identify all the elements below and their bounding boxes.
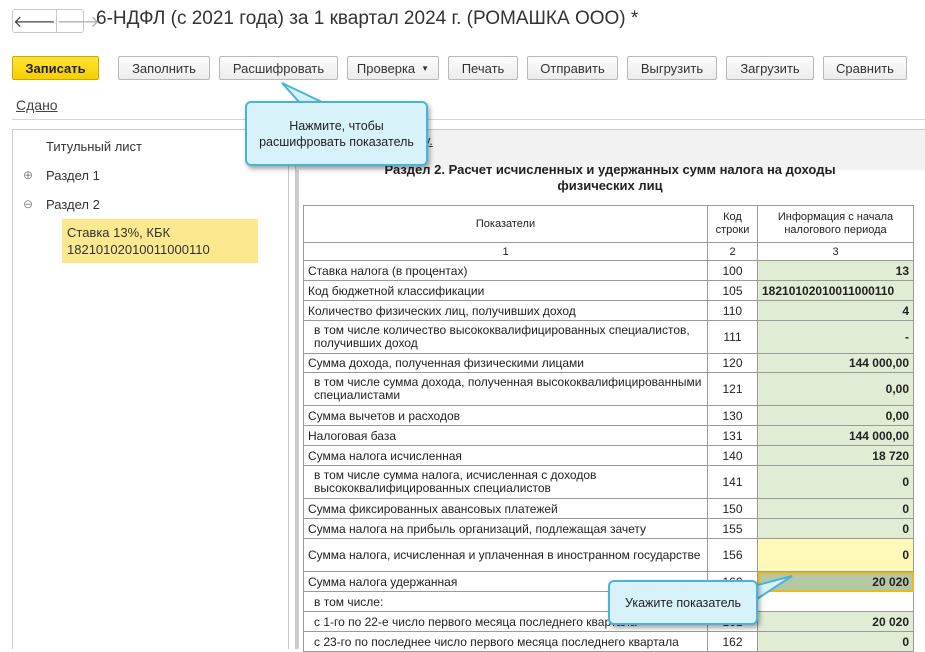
nav-buttons: 🡐 🡒: [12, 9, 100, 33]
export-button[interactable]: Выгрузить: [627, 56, 717, 80]
row-code: 100: [707, 260, 758, 281]
sections-tree: Титульный лист ⊕ Раздел 1 ⊖ Раздел 2 Ста…: [12, 129, 289, 649]
row-value[interactable]: 144 000,00: [757, 425, 914, 446]
window-title: 6-НДФЛ (с 2021 года) за 1 квартал 2024 г…: [96, 8, 639, 29]
row-label: Сумма вычетов и расходов: [303, 405, 708, 426]
send-button[interactable]: Отправить: [527, 56, 618, 80]
splitter[interactable]: [296, 170, 299, 649]
print-button[interactable]: Печать: [448, 56, 518, 80]
col-number-1: 1: [303, 242, 708, 261]
table-row: в том числе количество высококвалифициро…: [303, 320, 914, 354]
row-label: Сумма дохода, полученная физическими лиц…: [303, 353, 708, 373]
row-value[interactable]: 4: [757, 300, 914, 321]
table-row: Сумма фиксированных авансовых платежей 1…: [303, 498, 914, 519]
check-dropdown-button[interactable]: Проверка ▼: [347, 56, 439, 80]
row-value[interactable]: 18 720: [757, 445, 914, 466]
row-label: Налоговая база: [303, 425, 708, 446]
row-label: Сумма налога, исчисленная и уплаченная в…: [303, 538, 708, 572]
table-row: Сумма дохода, полученная физическими лиц…: [303, 353, 914, 373]
row-code: 156: [707, 538, 758, 572]
expand-icon[interactable]: ⊕: [23, 168, 33, 182]
table-row: Сумма налога исчисленная 140 18 720: [303, 445, 914, 466]
check-label: Проверка: [356, 60, 416, 76]
back-button[interactable]: 🡐: [13, 10, 56, 32]
table-row: Налоговая база 131 144 000,00: [303, 425, 914, 446]
fill-button[interactable]: Заполнить: [118, 56, 210, 80]
table-row: Количество физических лиц, получивших до…: [303, 300, 914, 321]
save-button[interactable]: Записать: [12, 56, 99, 80]
row-value[interactable]: 0: [757, 538, 914, 572]
row-value[interactable]: 0: [757, 518, 914, 539]
import-button[interactable]: Загрузить: [726, 56, 814, 80]
tree-item-rate-line1: Ставка 13%, КБК: [67, 225, 171, 240]
row-label: в том числе сумма дохода, полученная выс…: [303, 372, 708, 406]
row-value[interactable]: 0: [757, 498, 914, 519]
forward-button[interactable]: 🡒: [55, 10, 100, 32]
table-row: в том числе сумма дохода, полученная выс…: [303, 372, 914, 406]
decode-hint-text: Нажмите, чтобы расшифровать показатель: [259, 118, 414, 149]
col-number-2: 2: [707, 242, 758, 261]
tree-item-rate-13-selected[interactable]: Ставка 13%, КБК 18210102010011000110: [62, 219, 258, 263]
row-label: в том числе количество высококвалифициро…: [303, 320, 708, 354]
tree-item-title-page[interactable]: Титульный лист: [46, 139, 142, 154]
header-info: Информация с начала налогового периода: [757, 205, 914, 243]
row-code: 150: [707, 498, 758, 519]
compare-button[interactable]: Сравнить: [823, 56, 907, 80]
row-label: Ставка налога (в процентах): [303, 260, 708, 281]
table-row: Сумма налога, исчисленная и уплаченная в…: [303, 538, 914, 572]
arrow-right-icon: 🡒: [56, 13, 100, 31]
row-value[interactable]: 0: [757, 465, 914, 499]
row-code: 130: [707, 405, 758, 426]
row-label: Количество физических лиц, получивших до…: [303, 300, 708, 321]
section-title: Раздел 2. Расчет исчисленных и удержанны…: [300, 162, 920, 194]
row-label: Сумма налога исчисленная: [303, 445, 708, 466]
row-label: в том числе сумма налога, исчисленная с …: [303, 465, 708, 499]
select-hint-text: Укажите показатель: [624, 595, 742, 610]
tree-item-section-1[interactable]: Раздел 1: [46, 168, 100, 183]
row-code: 121: [707, 372, 758, 406]
row-value[interactable]: 20 020: [757, 611, 914, 632]
table-row: Код бюджетной классификации 105 18210102…: [303, 280, 914, 301]
divider: [12, 119, 925, 120]
row-code: 110: [707, 300, 758, 321]
row-label: Сумма фиксированных авансовых платежей: [303, 498, 708, 519]
row-value[interactable]: 0,00: [757, 405, 914, 426]
row-code: 155: [707, 518, 758, 539]
header-info-l1: Информация с начала: [777, 211, 894, 223]
row-value[interactable]: 18210102010011000110: [757, 280, 914, 301]
row-label: Сумма налога на прибыль организаций, под…: [303, 518, 708, 539]
table-row: в том числе сумма налога, исчисленная с …: [303, 465, 914, 499]
tree-item-rate-line2: 18210102010011000110: [67, 242, 210, 257]
decode-button[interactable]: Расшифровать: [219, 56, 338, 80]
header-indicators: Показатели: [303, 205, 708, 243]
collapse-icon[interactable]: ⊖: [23, 197, 33, 211]
chevron-down-icon: ▼: [421, 63, 430, 73]
row-value[interactable]: -: [757, 320, 914, 354]
row-value[interactable]: 0,00: [757, 372, 914, 406]
row-value[interactable]: 144 000,00: [757, 353, 914, 373]
section-title-line2: физических лиц: [557, 178, 663, 193]
row-code: 105: [707, 280, 758, 301]
decode-hint-callout: Нажмите, чтобы расшифровать показатель: [245, 101, 428, 166]
header-code-l2: строки: [715, 224, 750, 236]
row-code: 140: [707, 445, 758, 466]
row-code: 111: [707, 320, 758, 354]
col-number-3: 3: [757, 242, 914, 261]
table-row: Сумма налога на прибыль организаций, под…: [303, 518, 914, 539]
header-code-l1: Код: [723, 211, 742, 223]
row-code: 141: [707, 465, 758, 499]
tree-item-section-2[interactable]: Раздел 2: [46, 197, 100, 212]
row-code: 131: [707, 425, 758, 446]
select-hint-callout: Укажите показатель: [608, 580, 758, 625]
arrow-left-icon: 🡐: [13, 13, 56, 31]
table-row: Ставка налога (в процентах) 100 13: [303, 260, 914, 281]
status-link[interactable]: Сданo: [16, 97, 58, 113]
row-value[interactable]: 13: [757, 260, 914, 281]
row-code: 120: [707, 353, 758, 373]
header-code: Код строки: [707, 205, 758, 243]
table-row: Сумма вычетов и расходов 130 0,00: [303, 405, 914, 426]
row-label: Код бюджетной классификации: [303, 280, 708, 301]
header-info-l2: налогового периода: [784, 224, 887, 236]
